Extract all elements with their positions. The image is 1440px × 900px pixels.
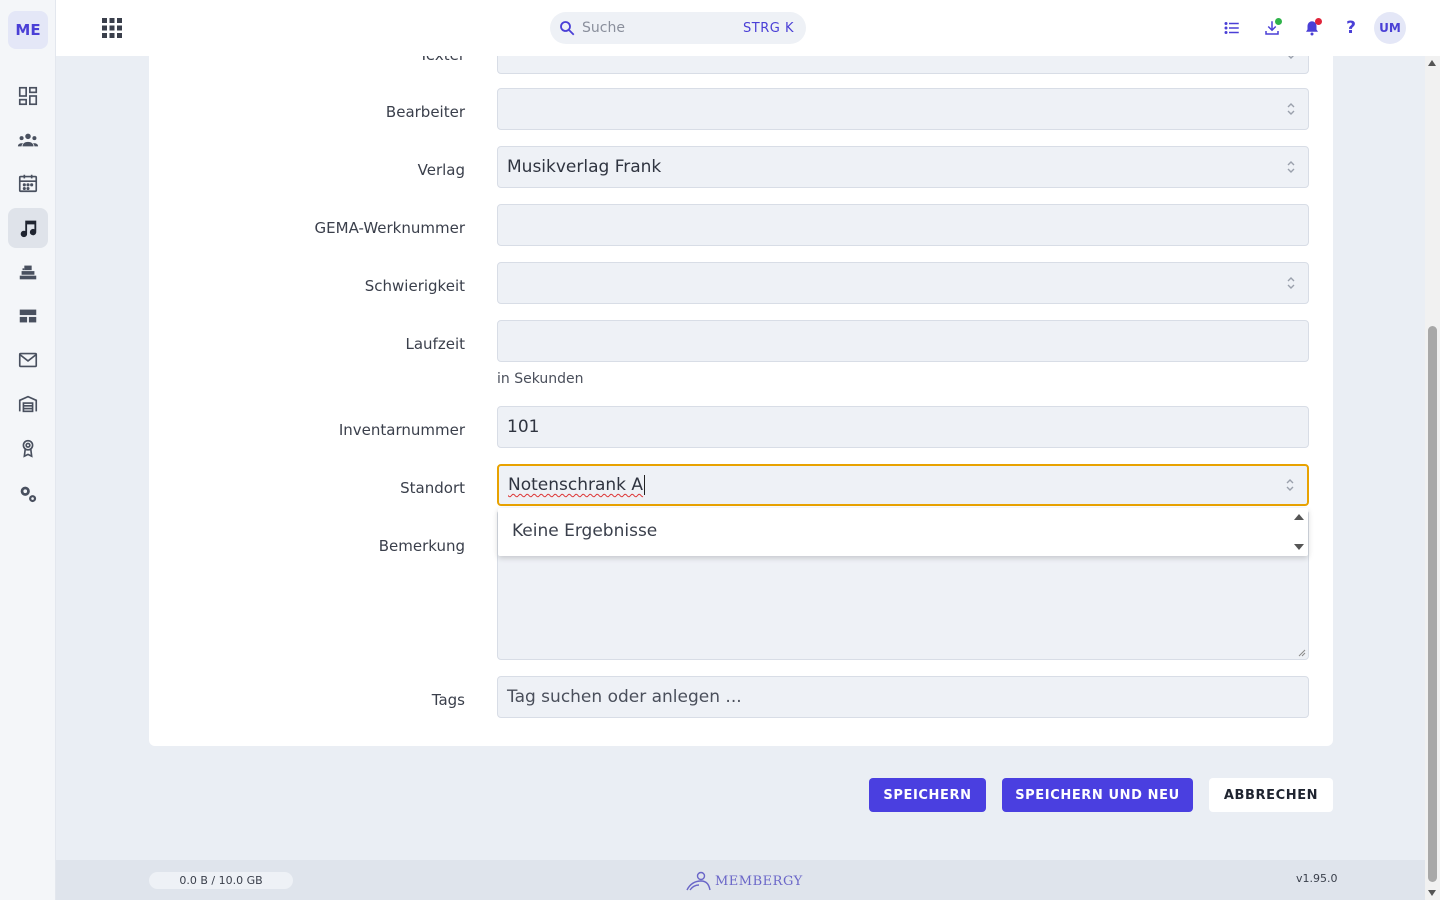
gema-label: GEMA-Werknummer [314,219,465,237]
select-arrows-icon [1288,56,1294,59]
standort-label: Standort [400,479,465,497]
texter-select[interactable] [497,56,1309,74]
main-content: Texter Bearbeiter Verlag Musikverlag Fra… [56,56,1425,860]
cancel-button[interactable]: ABBRECHEN [1209,778,1333,812]
tags-label: Tags [431,691,465,709]
save-button[interactable]: SPEICHERN [869,778,986,812]
text-cursor [644,475,646,495]
award-icon[interactable] [8,428,48,468]
select-arrows-icon [1286,479,1294,491]
avatar[interactable]: UM [1374,12,1406,44]
app-logo[interactable]: ME [8,11,48,49]
app-version: v1.95.0 [1296,872,1338,885]
inventarnummer-label: Inventarnummer [338,421,465,439]
gema-input[interactable] [497,204,1309,246]
bearbeiter-select[interactable] [497,88,1309,130]
no-results-text: Keine Ergebnisse [512,521,658,541]
download-status-dot [1275,18,1282,25]
standort-value: Notenschrank A [508,475,644,495]
verlag-label: Verlag [417,161,465,179]
form-card: Texter Bearbeiter Verlag Musikverlag Fra… [149,56,1333,746]
inventarnummer-value: 101 [507,417,540,437]
table-icon[interactable] [8,296,48,336]
members-icon[interactable] [8,120,48,160]
calendar-icon[interactable] [8,163,48,203]
notification-dot [1315,18,1322,25]
inventarnummer-input[interactable]: 101 [497,406,1309,448]
select-arrows-icon [1287,103,1295,115]
verlag-value: Musikverlag Frank [507,157,662,177]
schwierigkeit-label: Schwierigkeit [364,277,465,295]
dashboard-icon[interactable] [8,76,48,116]
scroll-down-arrow[interactable] [1428,890,1436,896]
bemerkung-label: Bemerkung [378,537,465,555]
mail-icon[interactable] [8,340,48,380]
select-arrows-icon [1287,161,1295,173]
search-bar[interactable]: STRG K [550,12,806,44]
search-input[interactable] [582,20,722,36]
search-shortcut: STRG K [743,20,794,36]
page-scrollbar[interactable] [1425,56,1440,900]
sidebar: ME [0,0,56,900]
apps-grid-icon[interactable] [100,16,124,40]
tags-placeholder: Tag suchen oder anlegen ... [507,687,742,707]
top-bar: STRG K ? UM [56,0,1440,56]
scroll-up-arrow[interactable] [1428,60,1436,66]
inventory-icon[interactable] [8,252,48,292]
notification-bell-icon[interactable] [1300,16,1324,40]
brand-logo: MEMBERGY [684,870,803,892]
verlag-select[interactable]: Musikverlag Frank [497,146,1309,188]
scroll-thumb[interactable] [1428,326,1437,882]
dropdown-scroll-down[interactable] [1294,544,1304,550]
save-and-new-button[interactable]: SPEICHERN UND NEU [1002,778,1193,812]
tags-input[interactable]: Tag suchen oder anlegen ... [497,676,1309,718]
settings-icon[interactable] [8,474,48,514]
list-icon[interactable] [1220,16,1244,40]
warehouse-icon[interactable] [8,384,48,424]
bearbeiter-label: Bearbeiter [385,103,465,121]
footer: 0.0 B / 10.0 GB MEMBERGY v1.95.0 [56,860,1425,900]
brand-name: MEMBERGY [715,873,803,889]
resize-grip-icon[interactable] [1298,649,1306,657]
dropdown-scroll-up[interactable] [1294,514,1304,520]
search-icon [560,21,575,36]
select-arrows-icon [1287,277,1295,289]
standort-combobox[interactable]: Notenschrank A [497,464,1309,506]
laufzeit-input[interactable] [497,320,1309,362]
standort-dropdown: Keine Ergebnisse [498,508,1308,556]
membergy-logo-icon [686,871,711,891]
music-note-icon[interactable] [8,208,48,248]
laufzeit-label: Laufzeit [405,335,466,353]
schwierigkeit-select[interactable] [497,262,1309,304]
help-icon[interactable]: ? [1339,16,1363,40]
download-icon[interactable] [1260,16,1284,40]
laufzeit-hint: in Sekunden [497,371,584,387]
storage-usage: 0.0 B / 10.0 GB [149,872,293,889]
texter-label: Texter [419,56,465,64]
